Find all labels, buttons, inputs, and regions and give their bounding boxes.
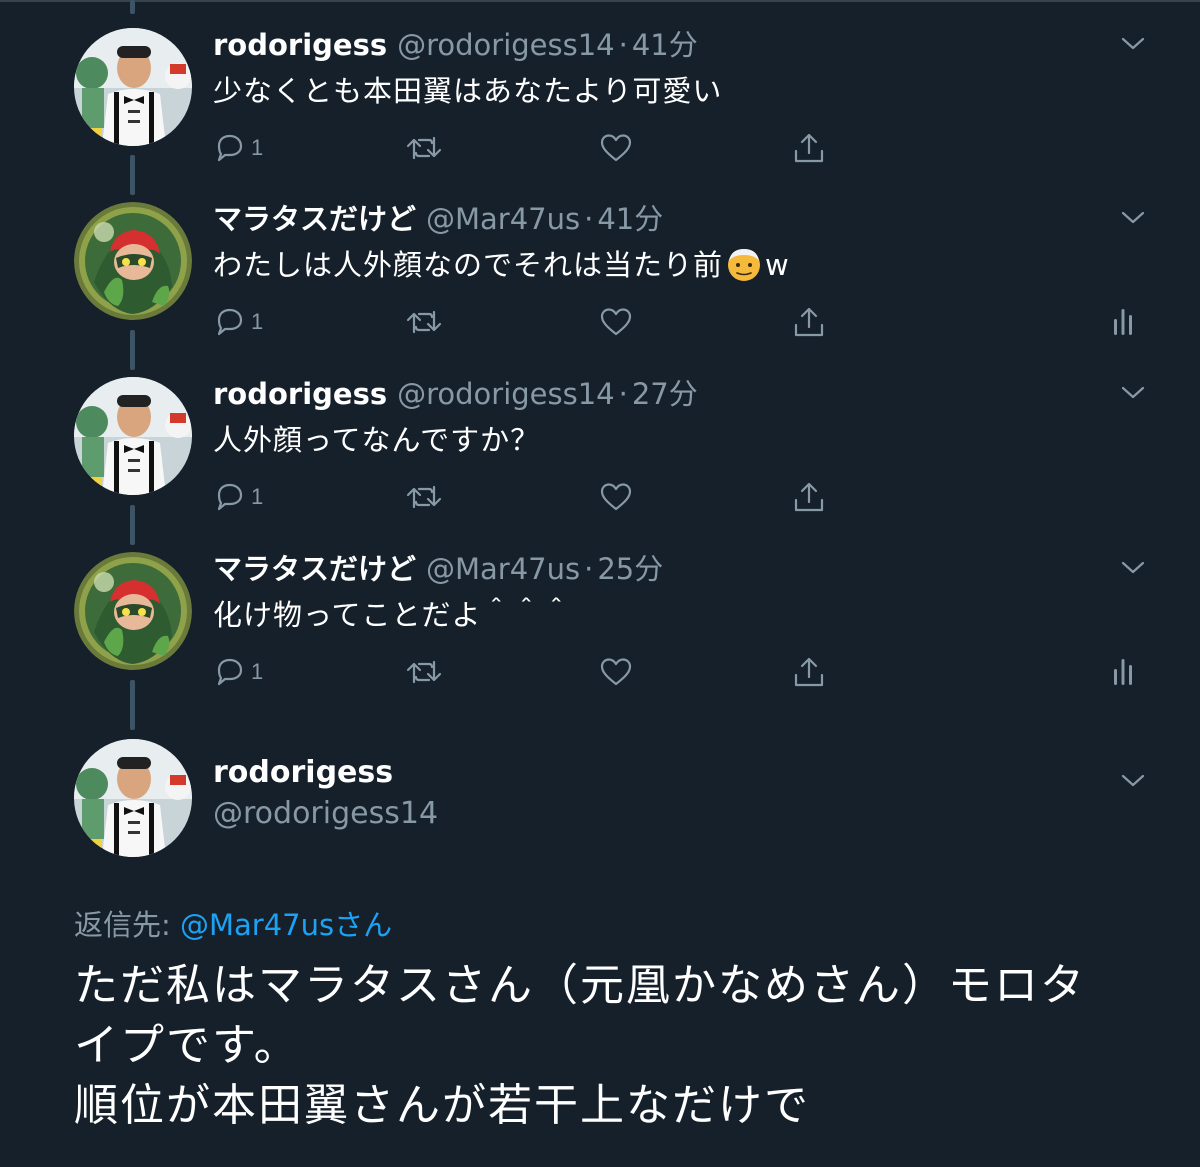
- share-icon: [794, 133, 824, 163]
- thread-line: [130, 0, 135, 14]
- reply-button[interactable]: 1: [213, 304, 263, 340]
- share-icon: [794, 307, 824, 337]
- tweet-header: rodorigess @rodorigess14 · 41分: [213, 22, 698, 62]
- avatar[interactable]: [74, 28, 192, 146]
- reply-count: 1: [251, 309, 264, 334]
- retweet-button[interactable]: [405, 130, 443, 166]
- share-button[interactable]: [792, 304, 826, 340]
- reply-button[interactable]: 1: [213, 654, 263, 690]
- tweet-text: わたしは人外顔なのでそれは当たり前 w: [213, 242, 790, 284]
- share-button[interactable]: [792, 130, 826, 166]
- display-name[interactable]: rodorigess: [213, 755, 393, 790]
- analytics-icon: [1114, 309, 1132, 335]
- heart-icon: [600, 134, 632, 162]
- retweet-icon: [406, 660, 442, 684]
- reply-button[interactable]: 1: [213, 130, 263, 166]
- like-button[interactable]: [599, 130, 633, 166]
- older-man-emoji-icon: [728, 249, 761, 281]
- reply-icon: [217, 308, 243, 336]
- reply-icon: [217, 134, 243, 162]
- timestamp[interactable]: 41分: [632, 22, 698, 64]
- retweet-icon: [406, 136, 442, 160]
- avatar[interactable]: [74, 739, 192, 857]
- user-handle[interactable]: @Mar47us: [426, 202, 580, 236]
- user-handle[interactable]: @rodorigess14: [213, 796, 438, 831]
- display-name[interactable]: マラタスだけど: [213, 546, 416, 588]
- timestamp[interactable]: 25分: [597, 546, 663, 588]
- analytics-icon: [1114, 659, 1132, 685]
- timestamp[interactable]: 27分: [632, 371, 698, 413]
- avatar[interactable]: [74, 202, 192, 320]
- tweet-text: 化け物ってことだよ＾＾＾: [213, 598, 572, 632]
- chevron-down-icon[interactable]: [1120, 558, 1146, 578]
- retweet-button[interactable]: [405, 304, 443, 340]
- separator-dot: ·: [618, 28, 628, 62]
- analytics-button[interactable]: [1110, 304, 1136, 340]
- thread-line: [130, 505, 135, 545]
- tweet-text-part: w: [765, 248, 790, 282]
- top-divider: [0, 0, 1200, 2]
- thread-line: [130, 330, 135, 370]
- main-tweet-text: ただ私はマラタスさん（元凰かなめさん）モロタ イプです。 順位が本田翼さんが若干…: [74, 956, 1134, 1136]
- reply-count: 1: [251, 659, 264, 684]
- share-button[interactable]: [792, 654, 826, 690]
- heart-icon: [600, 308, 632, 336]
- tweet-header: rodorigess @rodorigess14 · 27分: [213, 371, 698, 411]
- like-button[interactable]: [599, 304, 633, 340]
- retweet-button[interactable]: [405, 654, 443, 690]
- heart-icon: [600, 658, 632, 686]
- thread-line: [130, 155, 135, 195]
- user-handle[interactable]: @rodorigess14: [397, 28, 615, 62]
- chevron-down-icon[interactable]: [1120, 34, 1146, 54]
- avatar[interactable]: [74, 552, 192, 670]
- user-handle[interactable]: @Mar47us: [426, 552, 580, 586]
- main-tweet-text-line: ただ私はマラタスさん（元凰かなめさん）モロタ: [74, 960, 1086, 1011]
- tweet-header: マラタスだけど @Mar47us · 41分: [213, 196, 663, 236]
- chevron-down-icon[interactable]: [1120, 771, 1146, 791]
- tweet-text: 少なくとも本田翼はあなたより可愛い: [213, 74, 723, 108]
- display-name[interactable]: rodorigess: [213, 377, 387, 411]
- main-tweet-text-line: イプです。: [74, 1020, 300, 1071]
- heart-icon: [600, 483, 632, 511]
- like-button[interactable]: [599, 654, 633, 690]
- avatar[interactable]: [74, 377, 192, 495]
- analytics-button[interactable]: [1110, 654, 1136, 690]
- reply-to-label: 返信先:: [74, 908, 180, 942]
- tweet-text: 人外顔ってなんですか？: [213, 423, 541, 457]
- chevron-down-icon[interactable]: [1120, 383, 1146, 403]
- reply-button[interactable]: 1: [213, 479, 263, 515]
- main-tweet-text-line: 順位が本田翼さんが若干上なだけで: [74, 1080, 810, 1131]
- thread-line: [130, 680, 135, 730]
- timestamp[interactable]: 41分: [597, 196, 663, 238]
- tweet-text-part: わたしは人外顔なのでそれは当たり前: [213, 248, 724, 282]
- reply-icon: [217, 483, 243, 511]
- share-icon: [794, 657, 824, 687]
- retweet-icon: [406, 310, 442, 334]
- separator-dot: ·: [584, 552, 594, 586]
- reply-count: 1: [251, 484, 264, 509]
- display-name[interactable]: rodorigess: [213, 28, 387, 62]
- separator-dot: ·: [584, 202, 594, 236]
- reply-to-line: 返信先: @Mar47usさん: [74, 902, 392, 944]
- separator-dot: ·: [618, 377, 628, 411]
- share-icon: [794, 482, 824, 512]
- like-button[interactable]: [599, 479, 633, 515]
- reply-count: 1: [251, 135, 264, 160]
- display-name[interactable]: マラタスだけど: [213, 196, 416, 238]
- share-button[interactable]: [792, 479, 826, 515]
- chevron-down-icon[interactable]: [1120, 208, 1146, 228]
- retweet-button[interactable]: [405, 479, 443, 515]
- reply-to-mention-link[interactable]: @Mar47usさん: [180, 908, 392, 942]
- tweet-header: マラタスだけど @Mar47us · 25分: [213, 546, 663, 586]
- retweet-icon: [406, 485, 442, 509]
- user-handle[interactable]: @rodorigess14: [397, 377, 615, 411]
- reply-icon: [217, 658, 243, 686]
